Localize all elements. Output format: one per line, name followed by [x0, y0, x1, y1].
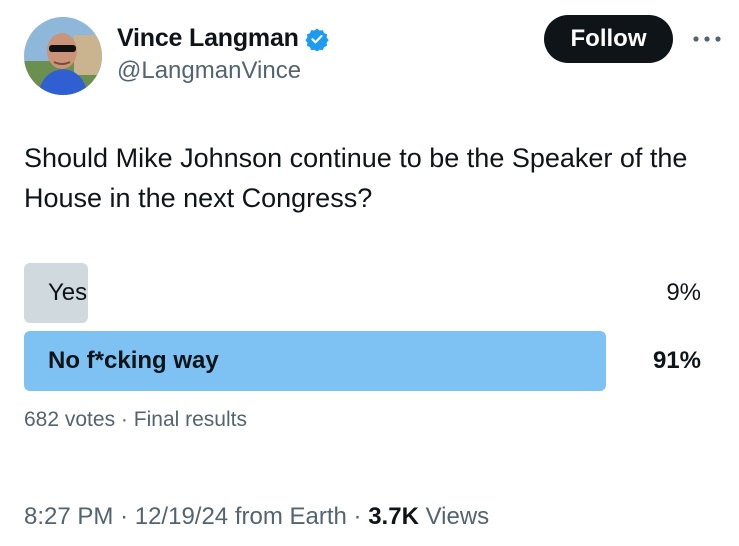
views-count: 3.7K — [368, 503, 419, 530]
poll-meta: 682 votes · Final results — [24, 408, 247, 432]
poll-option-percent: 9% — [666, 279, 701, 306]
separator: · — [353, 503, 362, 530]
poll-option-label: No f*cking way — [48, 347, 219, 374]
poll-option-yes: Yes 9% — [24, 263, 714, 323]
avatar[interactable] — [24, 17, 102, 95]
author-name-row[interactable]: Vince Langman — [117, 24, 329, 53]
views-label: Views — [425, 503, 490, 530]
tweet-source: from Earth — [234, 503, 347, 530]
display-name[interactable]: Vince Langman — [117, 24, 299, 53]
profile-photo — [24, 17, 102, 95]
follow-button[interactable]: Follow — [544, 15, 673, 63]
tweet-time[interactable]: 8:27 PM — [24, 503, 113, 530]
more-options-icon[interactable] — [690, 30, 724, 48]
author-handle[interactable]: @LangmanVince — [117, 57, 301, 85]
tweet-meta: 8:27 PM · 12/19/24 from Earth · 3.7K Vie… — [24, 503, 489, 531]
separator: · — [120, 408, 128, 431]
poll-option-label: Yes — [48, 279, 88, 306]
tweet-text: Should Mike Johnson continue to be the S… — [24, 143, 688, 213]
separator: · — [120, 503, 129, 530]
poll-status: Final results — [133, 408, 247, 431]
poll-option-no: No f*cking way 91% — [24, 331, 714, 391]
verified-badge-icon — [305, 28, 329, 51]
poll-option-percent: 91% — [652, 347, 701, 374]
tweet-date[interactable]: 12/19/24 — [135, 503, 228, 530]
poll-votes: 682 votes — [24, 408, 116, 431]
